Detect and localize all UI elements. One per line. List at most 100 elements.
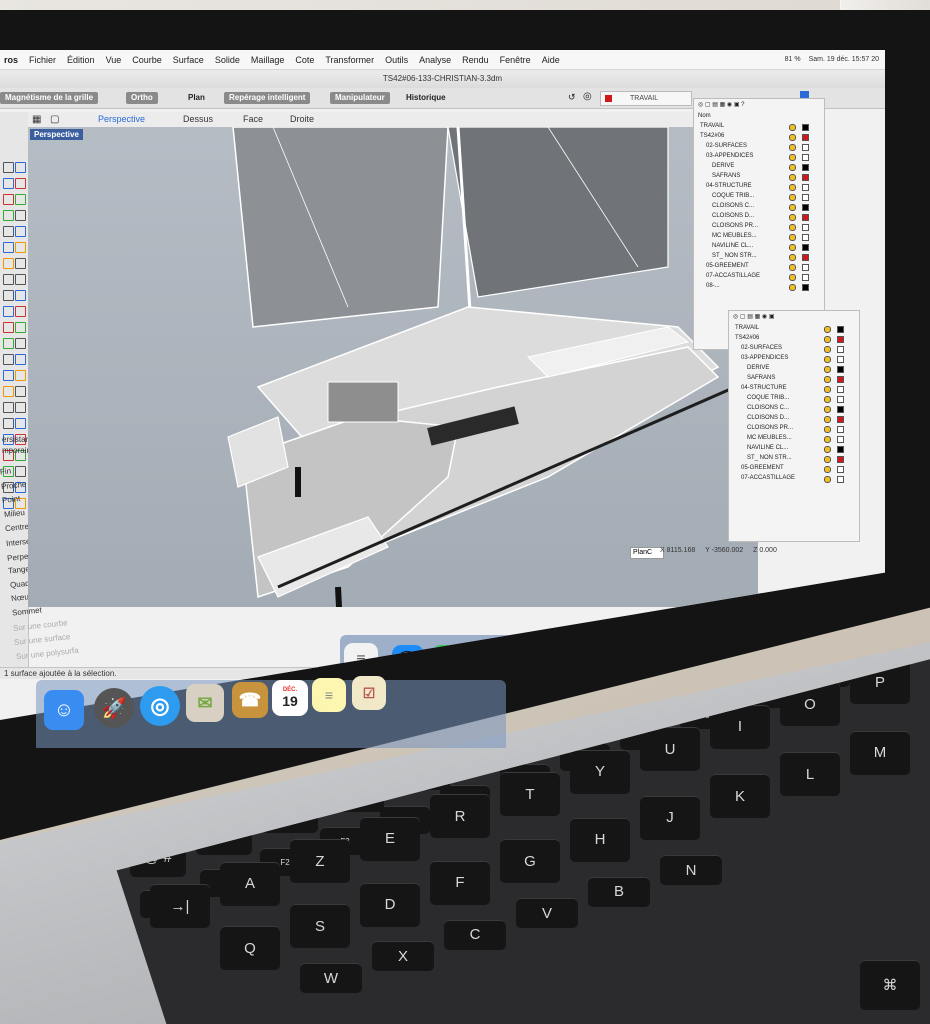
tool-icon[interactable]	[15, 226, 26, 237]
menu-0[interactable]: Fichier	[29, 55, 56, 65]
layer-item[interactable]: 02-SURFACES	[706, 143, 747, 149]
layer-color-swatch[interactable]	[802, 174, 809, 181]
layer-lock-icon[interactable]	[824, 456, 831, 463]
menu-2[interactable]: Vue	[106, 55, 122, 65]
tool-icon[interactable]	[15, 322, 26, 333]
clock[interactable]: Sam. 19 déc. 15:57 20	[809, 56, 879, 63]
safari-icon[interactable]: ◎	[140, 686, 180, 726]
layer-lock-icon[interactable]	[824, 376, 831, 383]
layer-lock-icon[interactable]	[824, 386, 831, 393]
tool-icon[interactable]	[15, 386, 26, 397]
undo-icon[interactable]: ↺	[568, 92, 576, 103]
osnap-option[interactable]: Fin	[0, 466, 12, 476]
tool-icon[interactable]	[3, 274, 14, 285]
layer-color-swatch[interactable]	[837, 466, 844, 473]
layer-lock-icon[interactable]	[789, 254, 796, 261]
layer-item[interactable]: NAVILINE CL...	[712, 243, 753, 249]
key[interactable]: L	[780, 752, 840, 797]
cplane-select[interactable]: PlanC	[630, 547, 664, 559]
layer-color-swatch[interactable]	[837, 456, 844, 463]
layer-item[interactable]: DERIVE	[747, 365, 769, 371]
key[interactable]: V	[516, 898, 578, 929]
plan-toggle[interactable]: Plan	[188, 92, 205, 104]
mail-icon[interactable]: ✉	[186, 684, 224, 722]
layer-lock-icon[interactable]	[789, 264, 796, 271]
layer-item[interactable]: CLOISONS D...	[747, 415, 789, 421]
key[interactable]: K	[710, 774, 770, 819]
layer-item[interactable]: 05-GREEMENT	[706, 263, 749, 269]
ortho-toggle[interactable]: Ortho	[126, 92, 158, 104]
view-tab-face[interactable]: Face	[243, 114, 263, 124]
osnap-option[interactable]: Sur une surface	[14, 632, 71, 647]
tool-icon[interactable]	[15, 402, 26, 413]
key[interactable]: Z	[290, 839, 350, 884]
layer-color-swatch[interactable]	[837, 406, 844, 413]
tool-icon[interactable]	[15, 370, 26, 381]
layer-color-swatch[interactable]	[802, 244, 809, 251]
calendar-icon[interactable]: DÉC. 19	[272, 680, 308, 716]
key[interactable]: H	[570, 817, 630, 862]
tool-icon[interactable]	[3, 178, 14, 189]
layer-color-swatch[interactable]	[802, 144, 809, 151]
record-icon[interactable]: ◎	[583, 91, 592, 102]
layer-item[interactable]: CLOISONS D...	[712, 213, 754, 219]
layer-item[interactable]: 03-APPENDICES	[741, 355, 788, 361]
osnap-option[interactable]: Sur une polysurfa	[15, 646, 78, 662]
layer-lock-icon[interactable]	[824, 406, 831, 413]
layer-color-swatch[interactable]	[837, 476, 844, 483]
reminders-icon[interactable]: ☑	[352, 676, 386, 710]
osnap-option[interactable]: Proche	[1, 480, 27, 492]
layer-item[interactable]: NAVILINE CL...	[747, 445, 788, 451]
layer-color-swatch[interactable]	[802, 184, 809, 191]
key[interactable]: G	[500, 839, 560, 884]
tool-icon[interactable]	[3, 226, 14, 237]
key[interactable]: A	[220, 861, 280, 906]
tool-icon[interactable]	[3, 354, 14, 365]
layer-lock-icon[interactable]	[789, 204, 796, 211]
tool-icon[interactable]	[3, 386, 14, 397]
layer-color-swatch[interactable]	[802, 134, 809, 141]
layer-item[interactable]: ST_ NON STR...	[712, 253, 757, 259]
grid-icon[interactable]: ▦	[32, 114, 41, 125]
layer-item[interactable]: SAFRANS	[747, 375, 775, 381]
key[interactable]: Q	[220, 926, 280, 970]
tool-icon[interactable]	[3, 322, 14, 333]
key[interactable]: U	[640, 727, 700, 772]
view-tab-droite[interactable]: Droite	[290, 114, 314, 124]
key[interactable]: S	[290, 904, 350, 949]
layer-color-swatch[interactable]	[802, 284, 809, 291]
layer-lock-icon[interactable]	[824, 416, 831, 423]
layer-color-swatch[interactable]	[802, 164, 809, 171]
layers-toolbar-icons[interactable]: ◎ ▢ ▤ ▦ ◉ ▣ ?	[698, 101, 745, 108]
key[interactable]: T	[500, 772, 560, 816]
osnap-option[interactable]: Sur une courbe	[13, 618, 68, 633]
layer-lock-icon[interactable]	[824, 346, 831, 353]
layer-color-swatch[interactable]	[837, 356, 844, 363]
key[interactable]: N	[660, 855, 722, 885]
menu-9[interactable]: Outils	[385, 55, 408, 65]
tool-icon[interactable]	[3, 258, 14, 269]
tool-icon[interactable]	[15, 258, 26, 269]
tool-icon[interactable]	[3, 418, 14, 429]
tool-icon[interactable]	[15, 210, 26, 221]
layer-lock-icon[interactable]	[789, 134, 796, 141]
osnap-option[interactable]: Sommet	[12, 605, 43, 617]
history-toggle[interactable]: Historique	[406, 92, 446, 104]
key[interactable]: B	[588, 876, 650, 907]
finder-icon[interactable]: ☺	[44, 690, 84, 730]
key[interactable]: →|	[150, 884, 210, 928]
layer-color-swatch[interactable]	[802, 124, 809, 131]
layer-item[interactable]: CLOISONS PR...	[747, 425, 793, 431]
osnap-option[interactable]: Milieu	[3, 508, 25, 519]
key[interactable]: Y	[570, 749, 630, 794]
layer-color-swatch[interactable]	[837, 426, 844, 433]
tool-icon[interactable]	[3, 402, 14, 413]
stickies-icon[interactable]: ≡	[312, 678, 346, 712]
menu-12[interactable]: Fenêtre	[500, 55, 531, 65]
key[interactable]: J	[640, 795, 700, 840]
layer-color-swatch[interactable]	[802, 254, 809, 261]
menu-3[interactable]: Courbe	[132, 55, 162, 65]
layer-lock-icon[interactable]	[824, 356, 831, 363]
layer-item[interactable]: 05-GREEMENT	[741, 465, 784, 471]
layer-item[interactable]: 02-SURFACES	[741, 345, 782, 351]
